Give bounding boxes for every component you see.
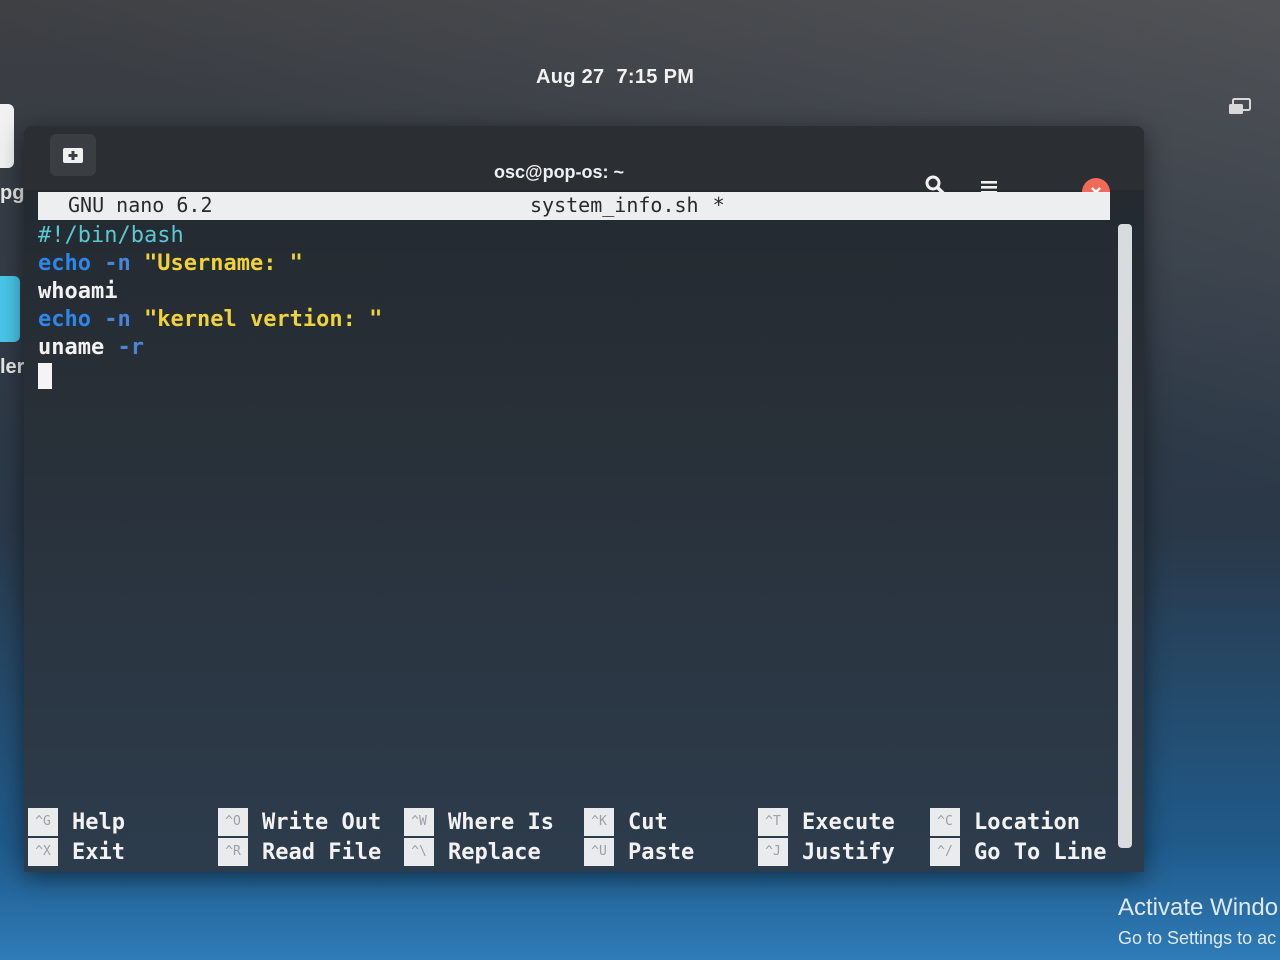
desktop-folder-icon[interactable] — [0, 276, 20, 342]
shortcut-label: Go To Line — [974, 839, 1107, 865]
editor-line[interactable]: echo -n "kernel vertion: " — [38, 306, 1110, 334]
modified-indicator: * — [712, 193, 725, 217]
clock-date: Aug 27 — [536, 66, 605, 88]
clock-time: 7:15 PM — [616, 66, 695, 88]
top-panel: Aug 27 7:15 PM — [0, 0, 1280, 120]
code-token: -r — [117, 335, 144, 360]
activation-watermark: Activate Windo Go to Settings to ac — [1118, 894, 1278, 949]
shortcut-justify[interactable]: ^J Justify — [758, 838, 895, 866]
desktop-folder-label: ler — [0, 356, 25, 378]
shortcut-key: ^G — [28, 808, 58, 836]
new-tab-button[interactable] — [50, 134, 96, 176]
shortcut-key: ^T — [758, 808, 788, 836]
shortcut-write-out[interactable]: ^O Write Out — [218, 808, 381, 836]
shortcut-label: Write Out — [262, 809, 382, 835]
shortcut-label: Justify — [802, 839, 895, 865]
shortcut-key: ^K — [584, 808, 614, 836]
nano-version: GNU nano 6.2 — [68, 193, 213, 217]
editor-line[interactable]: whoami — [38, 278, 1110, 306]
shortcut-read-file[interactable]: ^R Read File — [218, 838, 381, 866]
editor-line[interactable]: uname -r — [38, 334, 1110, 362]
shortcut-key: ^C — [930, 808, 960, 836]
scrollbar[interactable] — [1118, 224, 1132, 848]
desktop-file-icon[interactable] — [0, 104, 14, 168]
code-token: "Username: " — [143, 251, 303, 276]
shortcut-label: Help — [72, 809, 125, 835]
shortcut-cut[interactable]: ^K Cut — [584, 808, 668, 836]
watermark-subtitle: Go to Settings to ac — [1118, 928, 1277, 948]
display-icon[interactable] — [1228, 98, 1252, 118]
shortcut-label: Exit — [72, 839, 125, 865]
shortcut-replace[interactable]: ^\ Replace — [404, 838, 541, 866]
shortcut-go-to-line[interactable]: ^/ Go To Line — [930, 838, 1106, 866]
shortcut-where-is[interactable]: ^W Where Is — [404, 808, 554, 836]
shortcut-exit[interactable]: ^X Exit — [28, 838, 125, 866]
code-token: echo — [38, 251, 91, 276]
shortcut-label: Execute — [802, 809, 895, 835]
shortcut-key: ^O — [218, 808, 248, 836]
nano-filename-wrap: system_info.sh * — [530, 193, 725, 217]
shortcut-help[interactable]: ^G Help — [28, 808, 125, 836]
shortcut-label: Location — [974, 809, 1080, 835]
editor-line[interactable]: #!/bin/bash — [38, 222, 1110, 250]
shortcut-label: Paste — [628, 839, 695, 865]
code-token: #!/bin/bash — [38, 223, 184, 248]
nano-filename: system_info.sh — [530, 193, 699, 217]
shortcut-key: ^\ — [404, 838, 434, 866]
code-token: -n — [104, 251, 131, 276]
shortcut-key: ^J — [758, 838, 788, 866]
nano-title-bar: GNU nano 6.2 system_info.sh * — [38, 192, 1110, 220]
code-token: "kernel vertion: " — [143, 307, 383, 332]
shortcut-key: ^R — [218, 838, 248, 866]
shortcut-label: Replace — [448, 839, 541, 865]
nano-shortcut-bar: ^G Help ^X Exit ^O Write Out ^R Read File ^W Wher… — [24, 802, 1124, 870]
window-title: osc@pop-os: ~ — [494, 162, 625, 182]
shortcut-label: Cut — [628, 809, 668, 835]
desktop-file-label: pg — [0, 182, 25, 204]
editor-line[interactable] — [38, 362, 1110, 390]
watermark-title: Activate Windo — [1118, 894, 1279, 921]
window-titlebar[interactable]: osc@pop-os: ~ — [24, 126, 1144, 206]
shortcut-location[interactable]: ^C Location — [930, 808, 1080, 836]
code-token: whoami — [38, 279, 118, 304]
shortcut-paste[interactable]: ^U Paste — [584, 838, 694, 866]
code-token: echo — [38, 307, 91, 332]
editor-line[interactable]: echo -n "Username: " — [38, 250, 1110, 278]
code-token: -n — [104, 307, 131, 332]
shortcut-key: ^W — [404, 808, 434, 836]
text-cursor — [38, 363, 52, 389]
shortcut-label: Read File — [262, 839, 382, 865]
editor-text-area[interactable]: #!/bin/bash echo -n "Username: " whoami ech… — [38, 222, 1110, 390]
new-tab-icon — [63, 148, 83, 163]
panel-clock[interactable]: Aug 27 7:15 PM — [536, 66, 694, 89]
shortcut-label: Where Is — [448, 809, 554, 835]
shortcut-key: ^X — [28, 838, 58, 866]
terminal-window: osc@pop-os: ~ GNU nano 6.2 system_info.s… — [24, 126, 1144, 872]
shortcut-key: ^U — [584, 838, 614, 866]
shortcut-execute[interactable]: ^T Execute — [758, 808, 895, 836]
shortcut-key: ^/ — [930, 838, 960, 866]
code-token: uname — [38, 335, 105, 360]
